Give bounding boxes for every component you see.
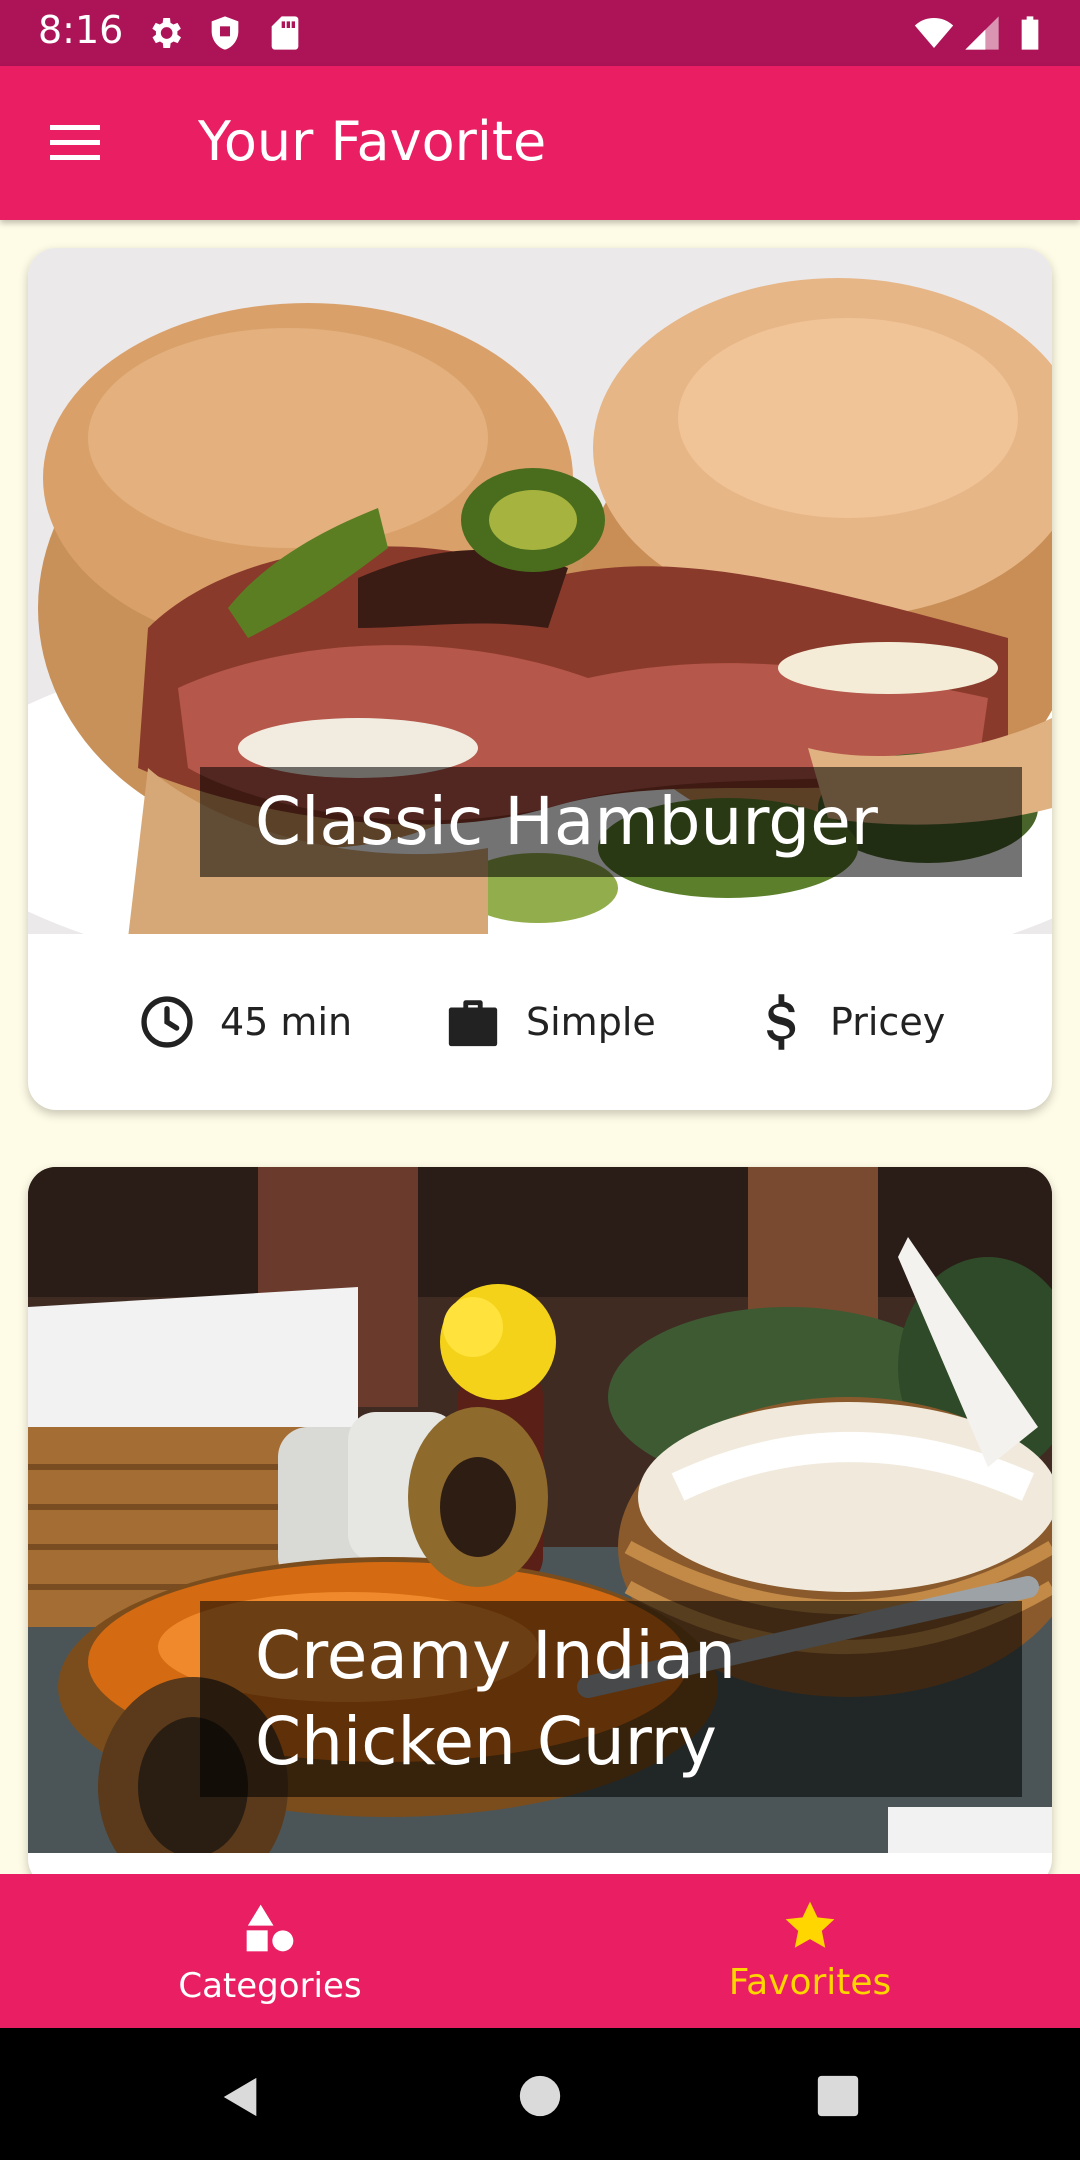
page-title: Your Favorite: [198, 110, 547, 173]
sd-card-icon: [271, 16, 299, 50]
nav-item-favorites[interactable]: Favorites: [540, 1874, 1080, 2028]
app-bar: Your Favorite: [0, 66, 1080, 220]
nav-item-categories[interactable]: Categories: [0, 1874, 540, 2028]
briefcase-icon: [448, 1000, 498, 1047]
meal-card-creamy-indian-chicken-curry[interactable]: Creamy Indian Chicken Curry: [28, 1167, 1052, 1887]
nav-label-categories: Categories: [178, 1966, 362, 2006]
meal-title: Creamy Indian Chicken Curry: [200, 1601, 1022, 1797]
settings-icon: [152, 18, 181, 48]
home-icon[interactable]: [518, 2074, 562, 2118]
system-navigation-bar: [0, 2028, 1080, 2160]
meal-title: Classic Hamburger: [200, 767, 1022, 877]
star-icon: [785, 1901, 835, 1948]
complexity: Simple: [444, 934, 656, 1110]
dollar-icon: [767, 994, 796, 1050]
bottom-navigation: Categories Favorites: [0, 1874, 1080, 2028]
back-icon[interactable]: [218, 2074, 264, 2120]
menu-icon[interactable]: [48, 123, 104, 163]
complexity-label: Simple: [526, 1000, 656, 1044]
nav-label-favorites: Favorites: [728, 1962, 892, 2003]
duration: 45 min: [138, 934, 352, 1110]
wifi-icon: [914, 18, 954, 48]
affordability: Pricey: [758, 934, 945, 1110]
signal-icon: [965, 16, 999, 50]
status-bar: 8:16: [0, 0, 1080, 66]
battery-icon: [1021, 16, 1039, 50]
duration-label: 45 min: [220, 1000, 353, 1044]
affordability-label: Pricey: [830, 1000, 946, 1044]
status-time: 8:16: [38, 8, 124, 52]
recents-icon[interactable]: [816, 2074, 860, 2118]
meal-card-classic-hamburger[interactable]: Classic Hamburger 45 min Simple Pricey: [28, 248, 1052, 1110]
categories-icon: [246, 1904, 294, 1952]
clock-icon: [141, 996, 193, 1048]
meal-details: 45 min Simple Pricey: [28, 934, 1052, 1110]
shield-icon: [211, 16, 239, 50]
